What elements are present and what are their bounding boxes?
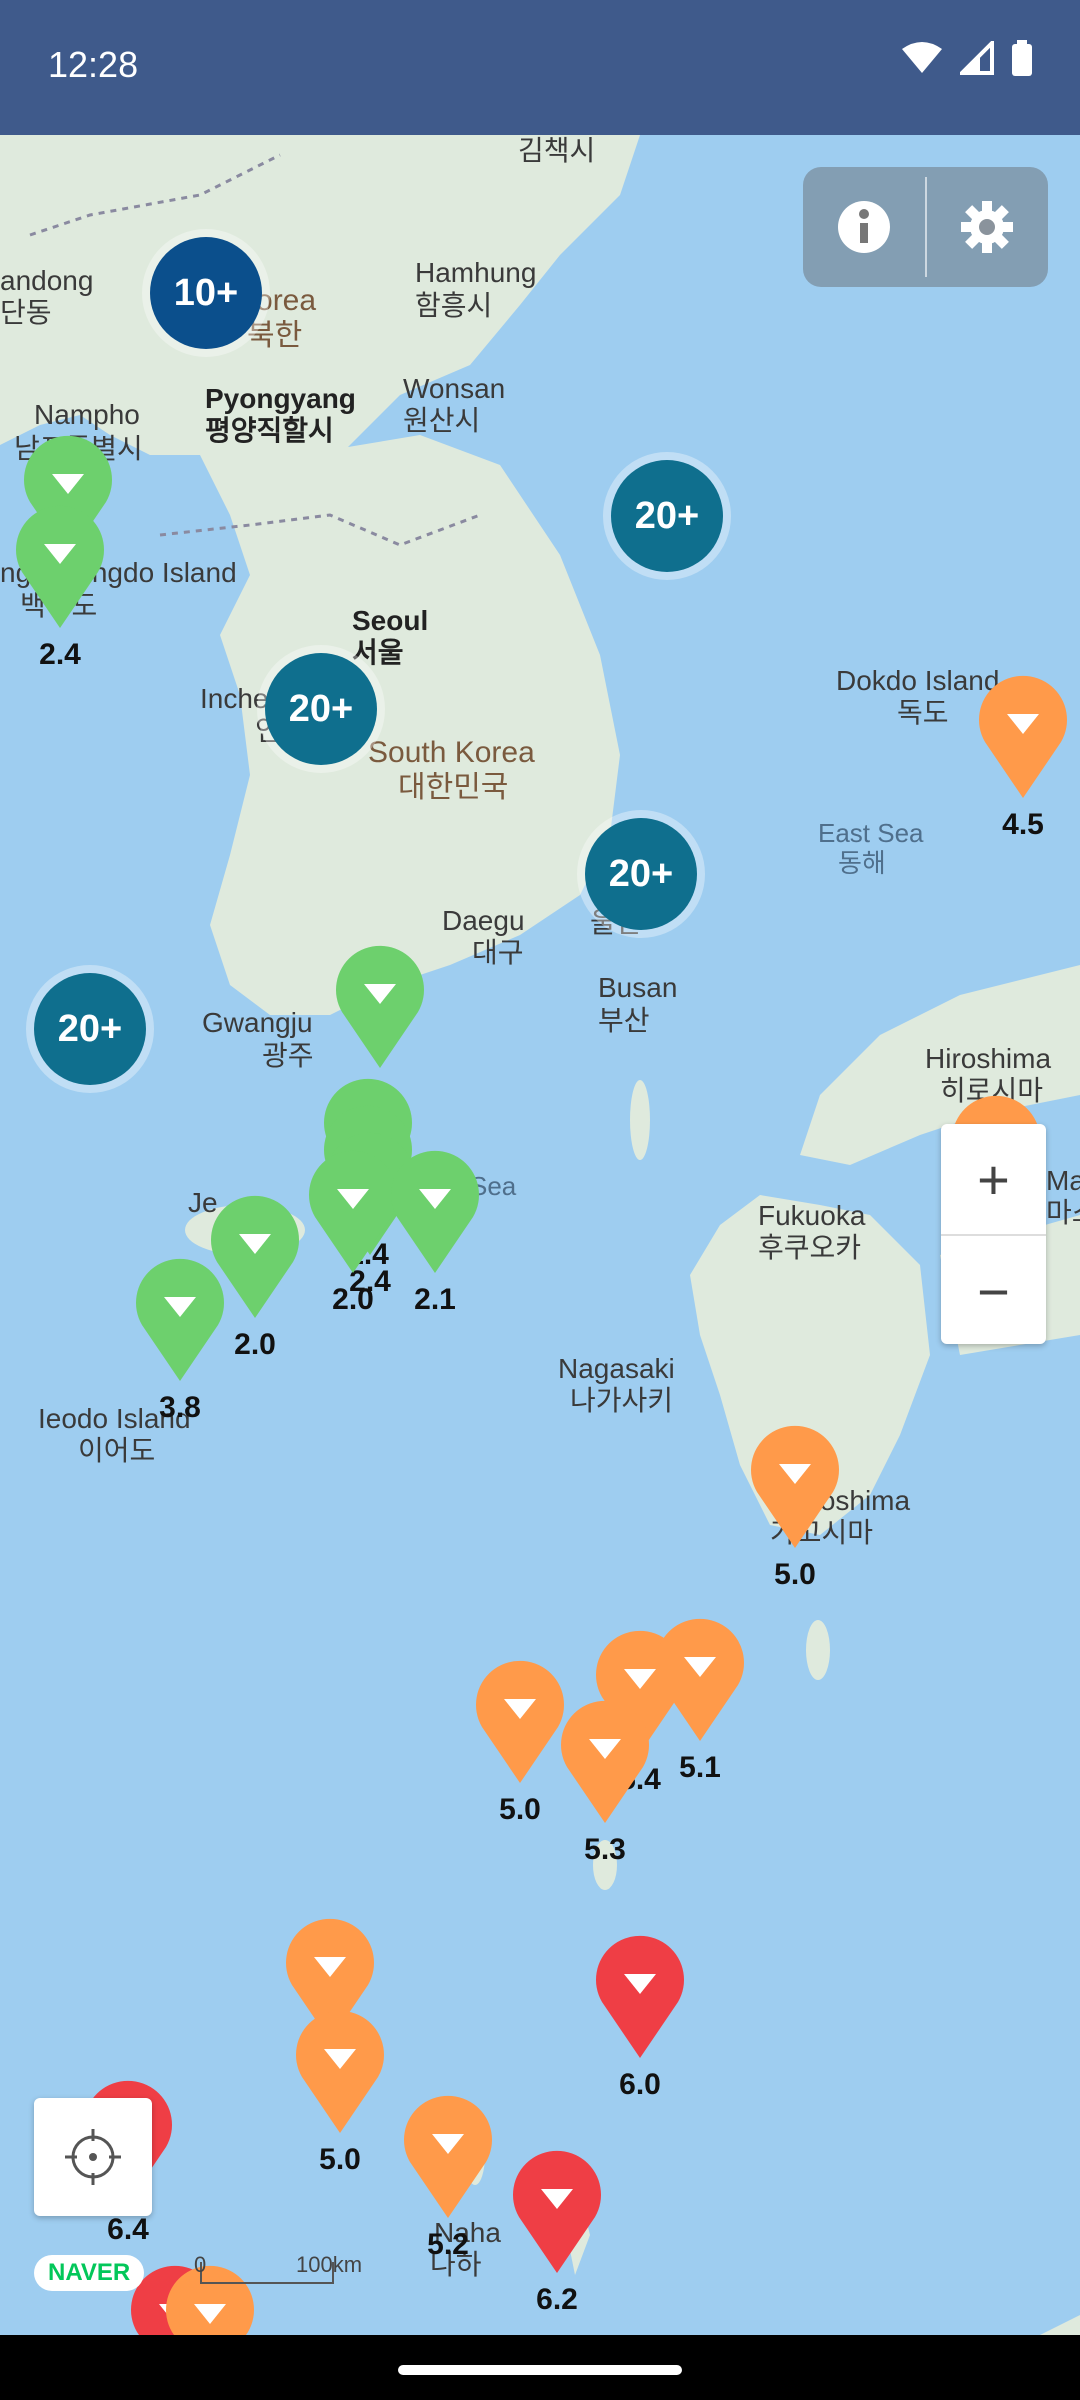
map-label: Seoul: [352, 605, 429, 636]
map-label: 원산시: [403, 405, 481, 436]
map-label: 서울: [352, 637, 404, 668]
marker-value: 5.3: [584, 1833, 626, 1866]
map-label: 나가사키: [570, 1385, 674, 1416]
pin-icon: [751, 1425, 839, 1548]
map-label: 마스: [1046, 1197, 1080, 1228]
marker-value: 2.1: [414, 1283, 456, 1316]
crosshair-icon: [65, 2129, 121, 2185]
info-icon: [837, 201, 890, 253]
scale-zero-label: 0: [194, 2252, 207, 2277]
signal-icon: [960, 41, 994, 75]
marker-value: 4.5: [1002, 808, 1044, 841]
pin-icon: [656, 1618, 744, 1741]
map-label: 함흥시: [415, 290, 493, 321]
cluster-badge[interactable]: 10+: [150, 237, 262, 349]
pin-icon: [16, 505, 104, 628]
marker-pin[interactable]: [330, 940, 430, 1070]
map-label: Wonsan: [403, 373, 506, 404]
marker-pin[interactable]: 2.4: [10, 500, 110, 671]
pin-icon: [596, 1935, 684, 2058]
pin-icon: [136, 1258, 224, 1381]
map-label: Gwangju: [202, 1007, 313, 1038]
map-label: Ma: [1046, 1165, 1080, 1196]
marker-value: 6.4: [107, 2213, 149, 2246]
marker-value: 6.0: [619, 2068, 661, 2101]
marker-value: 2.4: [39, 638, 81, 671]
marker-pin[interactable]: 5.1: [650, 1613, 750, 1784]
map-label: 이어도: [78, 1435, 156, 1466]
scale-label: 100km: [296, 2252, 363, 2277]
marker-pin[interactable]: 6.2: [507, 2145, 607, 2316]
map-label: 후쿠오카: [758, 1232, 862, 1263]
pin-icon: [336, 945, 424, 1068]
map-label: Pyongyang: [205, 383, 356, 414]
marker-value: 5.2: [427, 2228, 469, 2261]
marker-pin[interactable]: 6.0: [590, 1930, 690, 2101]
zoom-out-button[interactable]: −: [941, 1236, 1046, 1346]
pin-icon: [296, 2010, 384, 2133]
pin-icon: [513, 2150, 601, 2273]
marker-pin[interactable]: 4.5: [973, 670, 1073, 841]
map-label: 단동: [0, 297, 52, 328]
map-view[interactable]: 김책시 andong 단동 Korea 북한 Hamhung 함흥시 Pyong…: [0, 135, 1080, 2335]
current-location-button[interactable]: [34, 2098, 152, 2216]
map-label: Fukuoka: [758, 1200, 866, 1231]
pin-icon: [979, 675, 1067, 798]
wifi-icon: [902, 42, 942, 73]
pin-icon: [391, 1150, 479, 1273]
system-nav-bar: [0, 2335, 1080, 2400]
marker-pin[interactable]: 2.1: [385, 1145, 485, 1316]
marker-value: 5.0: [319, 2143, 361, 2176]
zoom-control: + −: [941, 1124, 1046, 1344]
cluster-badge[interactable]: 20+: [34, 973, 146, 1085]
map-label: 동해: [838, 848, 886, 878]
map-base: [0, 135, 1080, 2335]
map-label: andong: [0, 265, 94, 296]
map-toolbar: [803, 167, 1048, 287]
marker-pin[interactable]: 5.2: [398, 2090, 498, 2261]
map-label: 부산: [598, 1005, 650, 1036]
marker-pin[interactable]: 5.3: [555, 1695, 655, 1866]
map-label: Hamhung: [415, 257, 537, 288]
map-label: 광주: [262, 1040, 314, 1071]
map-label: 대한민국: [398, 771, 509, 804]
marker-pin[interactable]: 3.8: [130, 1253, 230, 1424]
cluster-badge[interactable]: 20+: [585, 818, 697, 930]
status-bar: 12:28: [0, 0, 1080, 135]
marker-pin[interactable]: 5.0: [290, 2005, 390, 2176]
map-label: East Sea: [818, 818, 924, 848]
cluster-badge[interactable]: 20+: [611, 460, 723, 572]
info-button[interactable]: [803, 167, 925, 287]
map-label: Nagasaki: [558, 1353, 675, 1384]
settings-button[interactable]: [927, 167, 1049, 287]
cluster-badge[interactable]: 20+: [265, 653, 377, 765]
map-label: 김책시: [518, 135, 596, 166]
map-label: 평양직할시: [205, 415, 334, 446]
map-label: Busan: [598, 972, 678, 1003]
battery-icon: [1012, 40, 1032, 76]
marker-value: 3.8: [159, 1391, 201, 1424]
map-label: 독도: [897, 697, 949, 728]
home-gesture-handle[interactable]: [398, 2365, 682, 2375]
map-label: South Korea: [368, 736, 535, 769]
map-label: Hiroshima: [925, 1043, 1052, 1074]
gear-icon: [961, 201, 1014, 253]
marker-value: 6.2: [536, 2283, 578, 2316]
map-label: Daegu: [442, 905, 525, 936]
map-label: 대구: [472, 937, 524, 968]
marker-value: 5.0: [774, 1558, 816, 1591]
marker-value: 5.1: [679, 1751, 721, 1784]
marker-pin[interactable]: 5.0: [745, 1420, 845, 1591]
naver-logo[interactable]: NAVER: [34, 2255, 145, 2291]
pin-icon: [561, 1700, 649, 1823]
map-label: Inche: [200, 683, 269, 714]
map-label: 북한: [247, 319, 303, 352]
status-time: 12:28: [48, 44, 139, 85]
map-label: Nampho: [34, 399, 140, 430]
pin-icon: [404, 2095, 492, 2218]
status-icons: [902, 40, 1032, 76]
zoom-in-button[interactable]: +: [941, 1124, 1046, 1234]
